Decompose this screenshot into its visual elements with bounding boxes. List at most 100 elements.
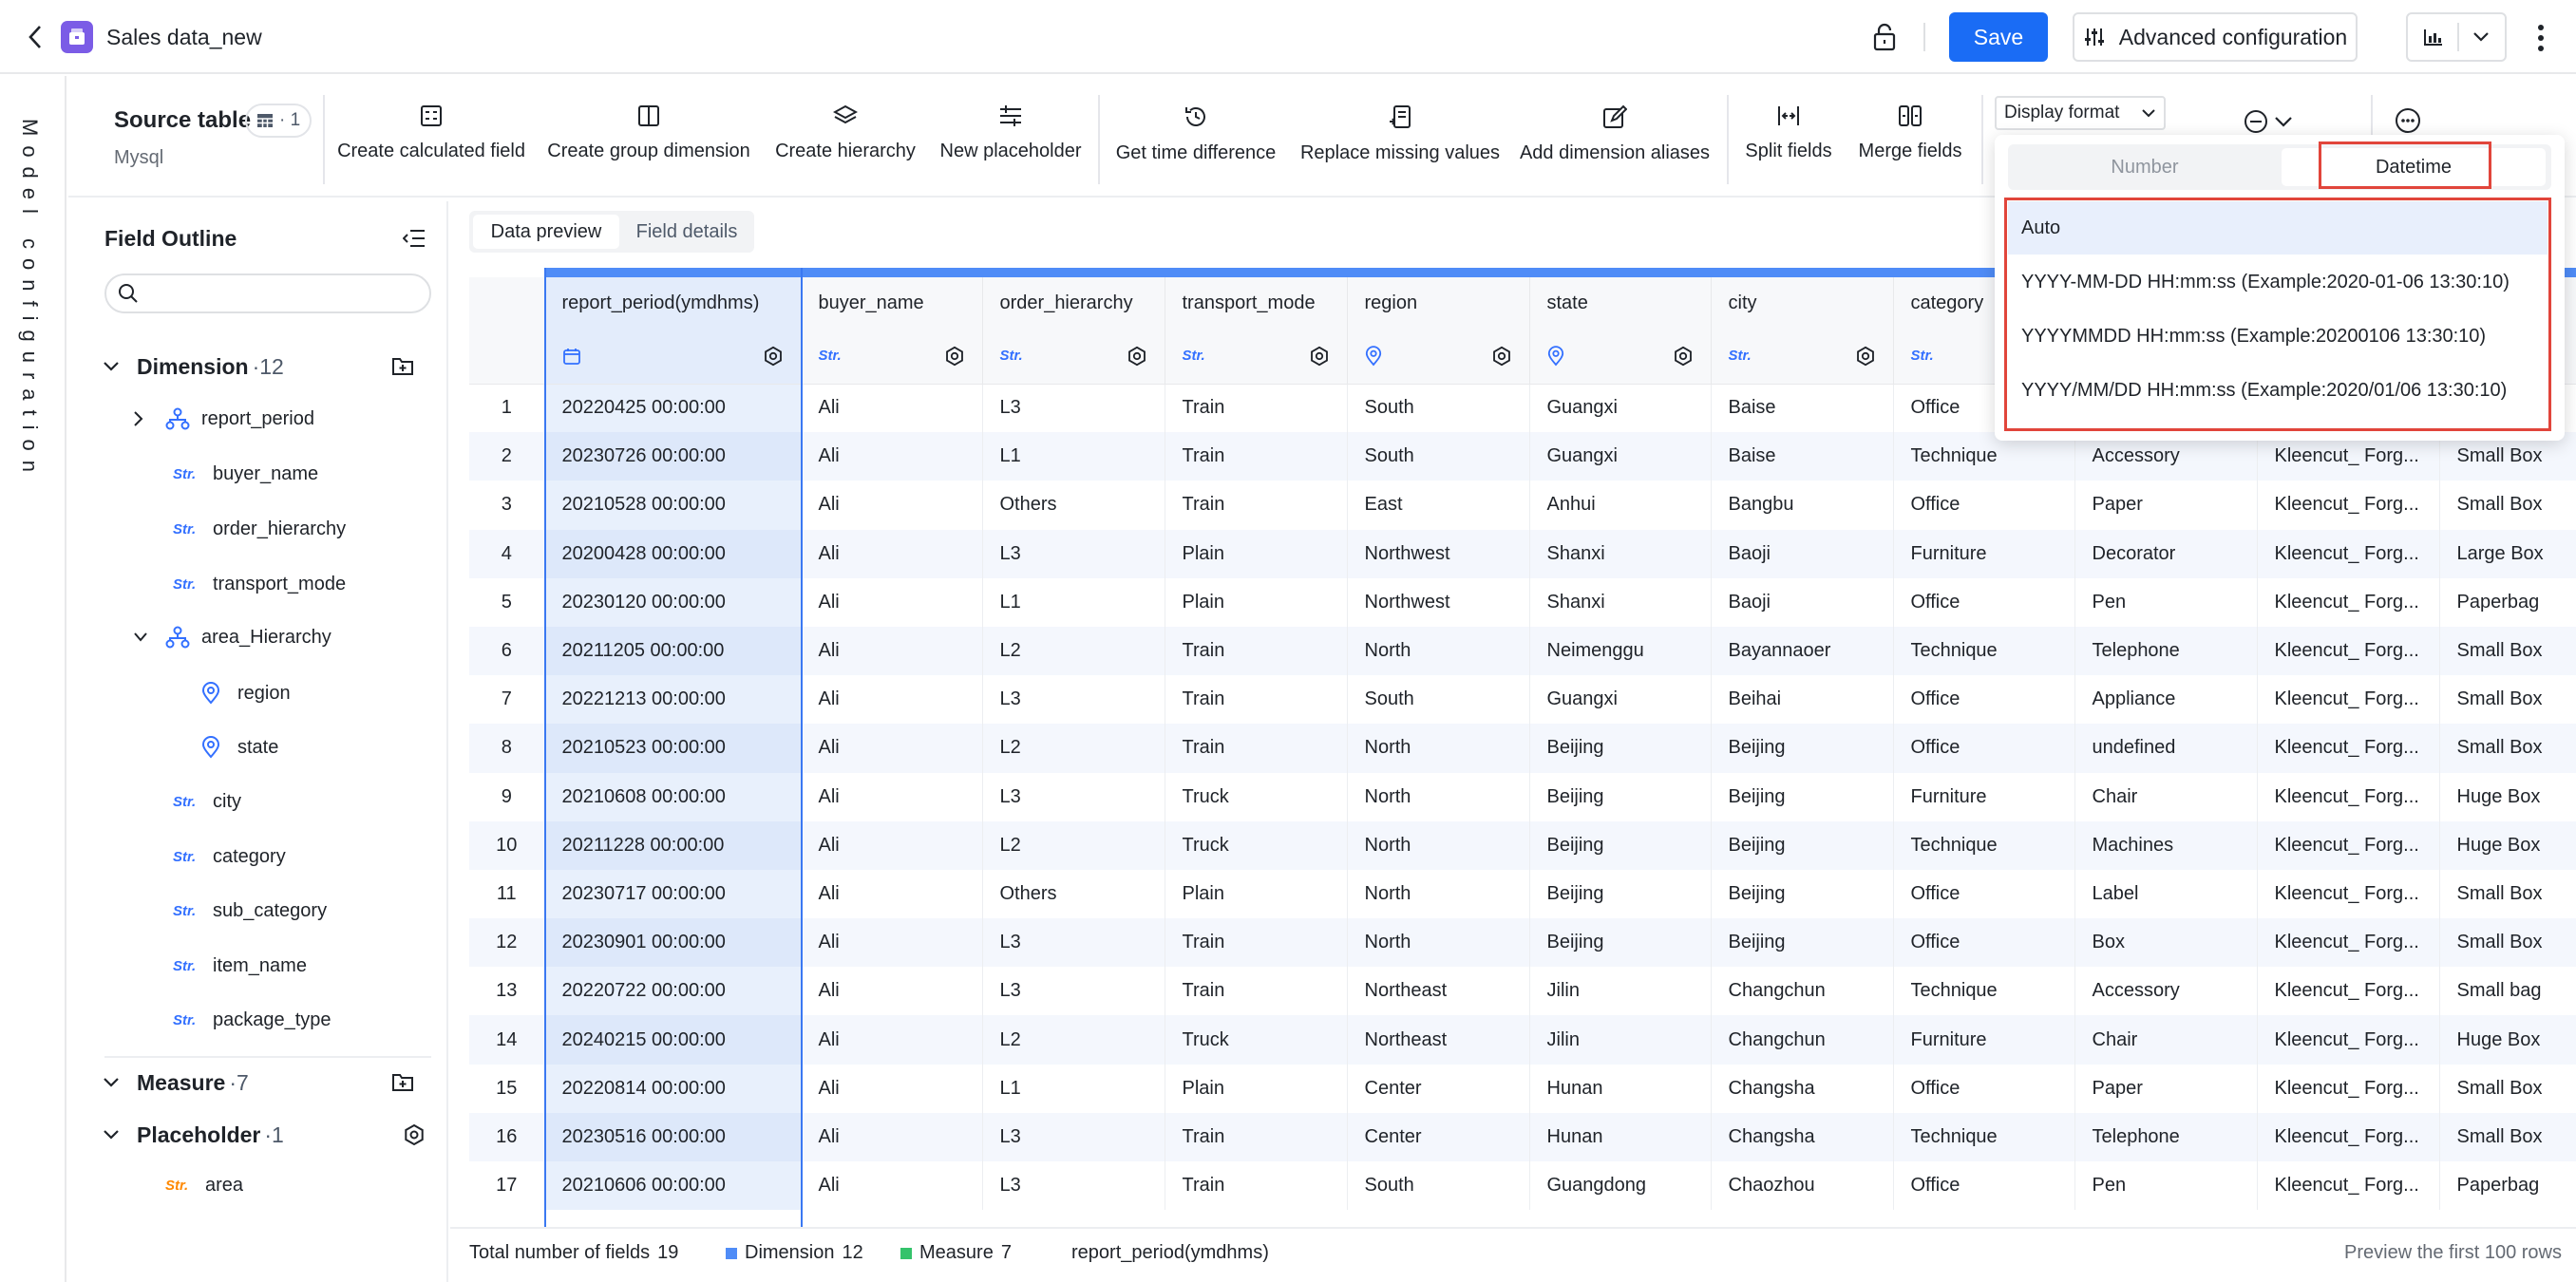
split-fields-button[interactable]: Split fields	[1742, 104, 1835, 180]
table-cell: Guangxi	[1529, 432, 1712, 481]
table-cell: Small Box	[2439, 675, 2576, 725]
tool-label: Create calculated field	[337, 141, 525, 161]
table-cell: 20210523 00:00:00	[544, 724, 802, 773]
source-count-badge[interactable]: · 1	[245, 104, 313, 138]
measure-count: ·7	[229, 1069, 249, 1095]
table-cell: Large Box	[2439, 529, 2576, 578]
table-cell: Neimenggu	[1529, 626, 1712, 676]
field-name: state	[237, 736, 279, 758]
chart-type-button[interactable]	[2406, 12, 2507, 62]
lock-icon[interactable]	[1867, 19, 1902, 55]
column-header[interactable]: buyer_name	[801, 277, 983, 329]
field-city[interactable]: Str. city	[173, 785, 241, 818]
add-dimension-icon[interactable]	[389, 353, 416, 378]
table-cell: L2	[982, 1015, 1165, 1065]
tab-data-preview[interactable]: Data preview	[473, 215, 619, 249]
create-calculated-field-button[interactable]: Create calculated field	[337, 104, 525, 180]
create-group-dimension-button[interactable]: Create group dimension	[545, 104, 752, 180]
replace-missing-values-button[interactable]: Replace missing values	[1297, 104, 1503, 180]
table-cell: undefined	[2074, 724, 2258, 773]
table-cell: North	[1347, 626, 1530, 676]
chevron-right-icon	[134, 411, 143, 426]
field-package-type[interactable]: Str. package_type	[173, 1004, 331, 1036]
table-cell: Bayannaoer	[1711, 626, 1894, 676]
field-state[interactable]: state	[201, 731, 278, 764]
field-name: item_name	[213, 954, 307, 976]
column-header[interactable]: order_hierarchy	[982, 277, 1165, 329]
table-cell: Ali	[801, 1161, 983, 1211]
column-settings-icon[interactable]	[763, 346, 784, 367]
table-cell: Kleencut_ Forg...	[2257, 869, 2440, 919]
field-area[interactable]: Str. area	[165, 1169, 243, 1201]
field-region[interactable]: region	[201, 677, 291, 709]
dimension-group-header[interactable]: Dimension ·12	[103, 349, 426, 384]
tab-number[interactable]: Number	[2012, 148, 2278, 186]
table-cell: Beijing	[1711, 724, 1894, 773]
back-icon[interactable]	[21, 21, 49, 53]
placeholder-group-header[interactable]: Placeholder ·1	[103, 1118, 388, 1152]
table-cell: Ali	[801, 1064, 983, 1113]
table-cell: Northeast	[1347, 1015, 1530, 1065]
placeholder-group-label: Placeholder	[137, 1122, 261, 1147]
measure-group-header[interactable]: Measure ·7	[103, 1065, 388, 1100]
tab-field-details[interactable]: Field details	[623, 215, 750, 249]
table-cell: Kleencut_ Forg...	[2257, 1064, 2440, 1113]
table-cell: Small Box	[2439, 724, 2576, 773]
display-format-select[interactable]: Display format	[1995, 96, 2166, 130]
placeholder-settings-icon[interactable]	[401, 1122, 427, 1148]
list-collapse-icon[interactable]	[401, 226, 427, 251]
split-panel-icon	[638, 105, 659, 126]
measure-stat-value: 7	[1000, 1242, 1012, 1263]
more-options-icon[interactable]	[2394, 106, 2422, 135]
field-category[interactable]: Str. category	[173, 840, 286, 873]
field-transport-mode[interactable]: Str. transport_mode	[173, 568, 346, 600]
minus-circle-button[interactable]	[2238, 106, 2299, 137]
field-order-hierarchy[interactable]: Str. order_hierarchy	[173, 513, 346, 545]
field-report-period[interactable]: report_period	[133, 403, 314, 435]
table-cell: Huge Box	[2439, 820, 2576, 870]
field-item-name[interactable]: Str. item_name	[173, 950, 307, 982]
create-hierarchy-button[interactable]: Create hierarchy	[771, 104, 919, 180]
table-cell: Telephone	[2074, 1112, 2258, 1161]
column-settings-icon[interactable]	[1127, 346, 1147, 367]
table-cell: Small Box	[2439, 1064, 2576, 1113]
column-settings-icon[interactable]	[1673, 346, 1694, 367]
table-cell: Kleencut_ Forg...	[2257, 918, 2440, 968]
field-buyer-name[interactable]: Str. buyer_name	[173, 458, 318, 490]
add-measure-icon[interactable]	[389, 1069, 416, 1094]
advanced-configuration-button[interactable]: Advanced configuration	[2073, 12, 2358, 62]
table-cell: Small bag	[2439, 967, 2576, 1016]
column-settings-icon[interactable]	[944, 346, 965, 367]
column-settings-icon[interactable]	[1309, 346, 1330, 367]
field-sub-category[interactable]: Str. sub_category	[173, 895, 327, 927]
column-settings-icon[interactable]	[1491, 346, 1512, 367]
column-header[interactable]: city	[1711, 277, 1894, 329]
toolbar-divider	[1727, 95, 1729, 184]
field-search-input[interactable]	[104, 273, 431, 313]
merge-fields-button[interactable]: Merge fields	[1854, 104, 1966, 180]
more-menu-icon[interactable]	[2527, 21, 2555, 55]
location-pin-icon	[1365, 346, 1381, 367]
location-pin-icon	[1547, 346, 1563, 367]
get-time-difference-button[interactable]: Get time difference	[1113, 104, 1279, 180]
table-cell: Furniture	[1893, 1015, 2075, 1065]
column-header[interactable]: region	[1347, 277, 1530, 329]
model-configuration-label[interactable]: Model configuration	[17, 119, 42, 481]
bar-chart-icon	[2424, 29, 2442, 46]
chevron-down-icon	[2275, 117, 2292, 127]
new-placeholder-button[interactable]: New placeholder	[938, 104, 1083, 180]
table-cell: Baoji	[1711, 529, 1894, 578]
add-dimension-aliases-button[interactable]: Add dimension aliases	[1520, 104, 1710, 180]
column-header[interactable]: report_period(ymdhms)	[544, 277, 802, 329]
column-header[interactable]: transport_mode	[1165, 277, 1348, 329]
history-icon	[1185, 107, 1205, 126]
table-cell: South	[1347, 1161, 1530, 1211]
field-area-hierarchy[interactable]: area_Hierarchy	[133, 621, 331, 653]
table-cell: Ali	[801, 529, 983, 578]
selected-field-label: report_period(ymdhms)	[1071, 1242, 1269, 1263]
column-header[interactable]: state	[1529, 277, 1712, 329]
field-name: buyer_name	[213, 462, 319, 484]
column-settings-icon[interactable]	[1855, 346, 1876, 367]
save-button[interactable]: Save	[1949, 12, 2048, 62]
table-cell: 20220722 00:00:00	[544, 967, 802, 1016]
